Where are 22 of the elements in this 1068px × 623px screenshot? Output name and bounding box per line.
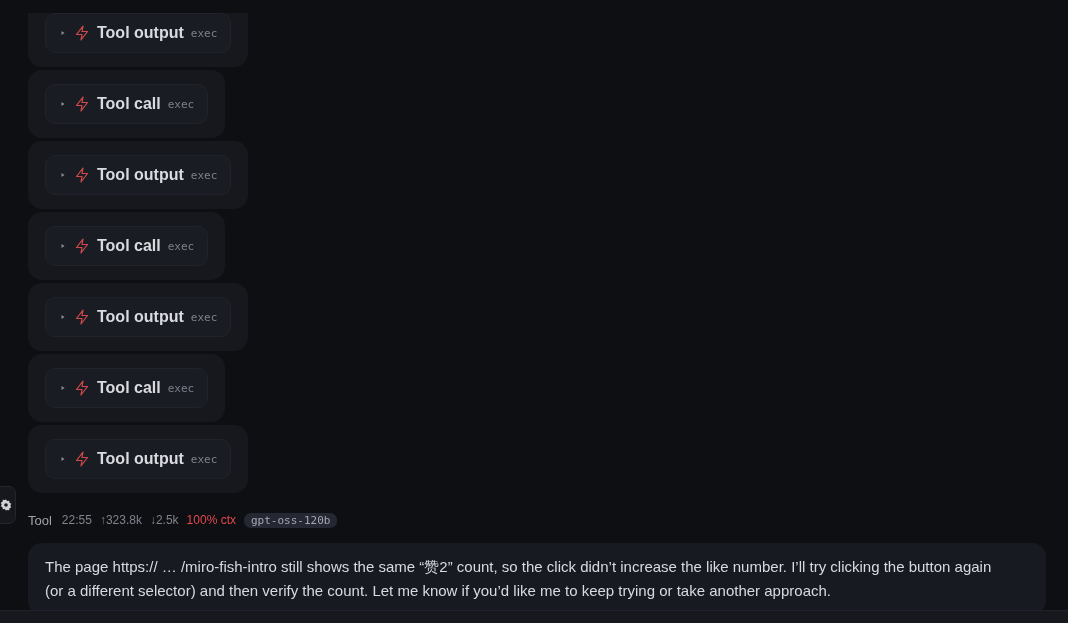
tool-header-button[interactable]: Tool output exec	[45, 297, 232, 337]
lightning-icon	[75, 96, 89, 112]
lightning-icon	[75, 25, 89, 41]
lightning-icon	[75, 309, 89, 325]
lightning-icon	[75, 451, 89, 467]
input-tokens: ↑323.8k	[99, 513, 142, 527]
tool-header-button[interactable]: Tool output exec	[45, 439, 232, 479]
tool-header-button[interactable]: Tool call exec	[45, 84, 209, 124]
context-usage: 100% ctx	[186, 513, 236, 527]
lightning-icon	[75, 238, 89, 254]
lightning-icon	[75, 380, 89, 396]
lightning-icon	[75, 167, 89, 183]
author-label: Tool	[28, 512, 52, 528]
gear-icon	[0, 499, 12, 511]
tool-header-button[interactable]: Tool output exec	[45, 155, 232, 195]
timestamp: 22:55	[61, 513, 92, 527]
message-text: The page https:// … /miro-fish-intro still shows the same “赞2” count, so the click didn’t increase the like number. I’ll try clicking the button again (or a different selector) and then verify the count. Let me know if you’d like me to keep trying or take another approach.	[45, 557, 993, 601]
output-tokens: ↓2.5k	[149, 513, 179, 527]
tool-header-button[interactable]: Tool call exec	[45, 226, 209, 266]
model-badge: gpt-oss-120b	[243, 512, 338, 528]
tool-header-button[interactable]: Tool output exec	[45, 13, 232, 53]
tool-header-button[interactable]: Tool call exec	[45, 368, 209, 408]
